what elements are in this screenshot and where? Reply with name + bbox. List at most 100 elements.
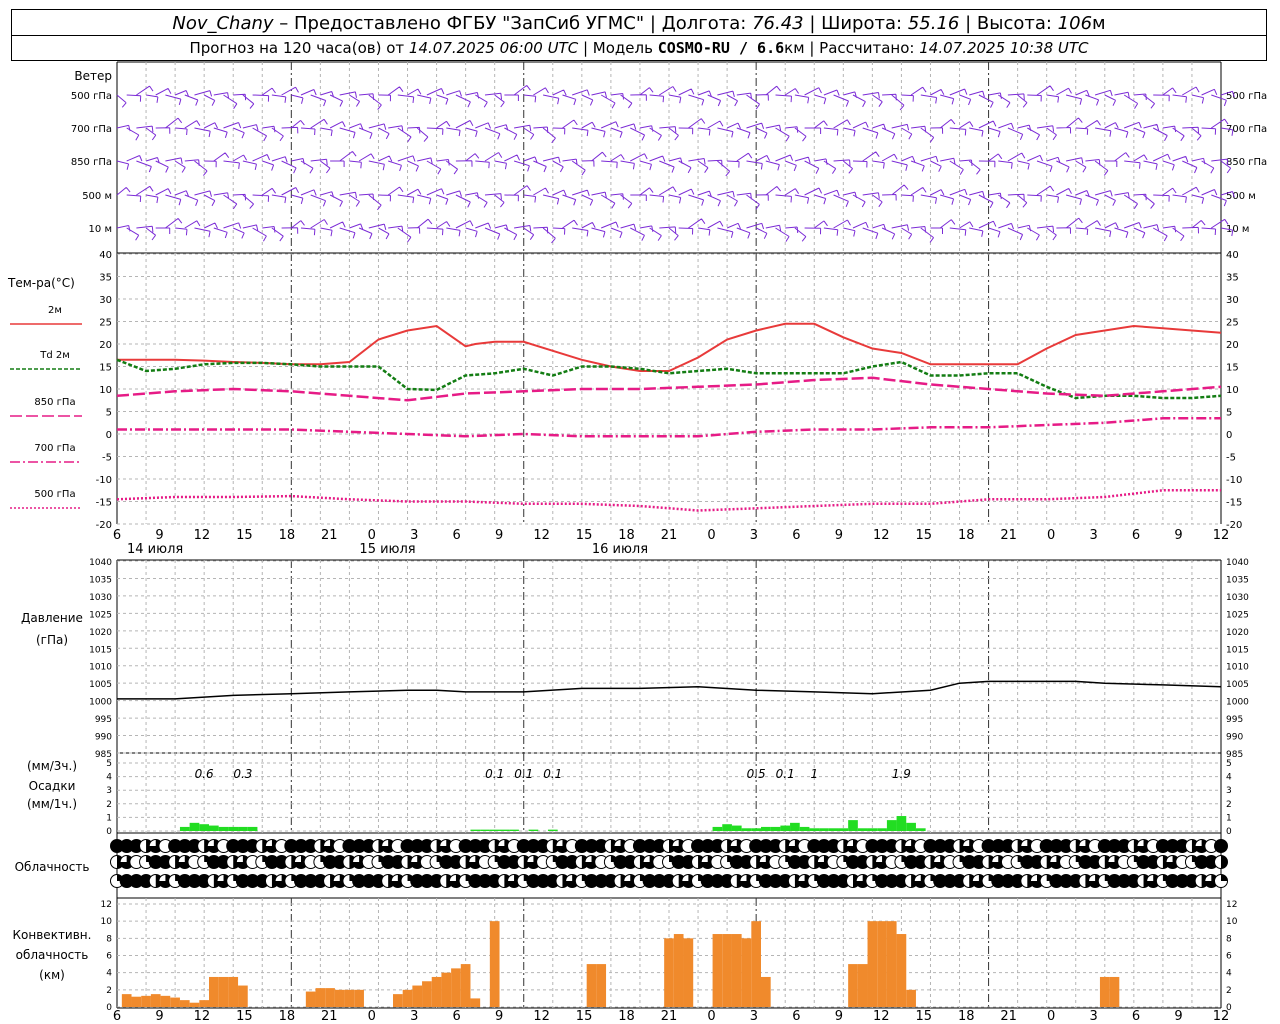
time-tick-label: 9 bbox=[835, 528, 843, 543]
convective-y-tick-right: 2 bbox=[1226, 986, 1232, 996]
precip-bar bbox=[470, 829, 481, 831]
temp-y-tick: -20 bbox=[96, 520, 112, 531]
convective-bar bbox=[121, 994, 132, 1007]
convective-y-tick-right: 4 bbox=[1226, 969, 1232, 979]
convective-bar bbox=[470, 998, 481, 1007]
precip-total-label: 1.9 bbox=[892, 767, 911, 781]
time-tick-label-bottom: 3 bbox=[1089, 1009, 1097, 1024]
precip-y-tick-right: 3 bbox=[1226, 786, 1232, 796]
temp-y-tick-right: 0 bbox=[1226, 430, 1232, 441]
time-tick-label: 6 bbox=[1132, 528, 1140, 543]
time-tick-label-bottom: 9 bbox=[835, 1009, 843, 1024]
precip-unit-3h: (мм/3ч.) bbox=[27, 759, 77, 773]
precip-total-label: 0.6 bbox=[195, 767, 214, 781]
temp-y-tick: -10 bbox=[96, 475, 112, 486]
convective-bar bbox=[141, 995, 151, 1007]
convective-bar bbox=[179, 1000, 190, 1007]
precip-bar bbox=[741, 828, 752, 831]
precip-bar bbox=[179, 826, 190, 831]
time-tick-label-bottom: 21 bbox=[661, 1009, 678, 1024]
precip-bar bbox=[509, 829, 519, 831]
precip-bar bbox=[809, 828, 820, 831]
convective-bar bbox=[867, 921, 878, 1007]
time-tick-label: 12 bbox=[873, 528, 890, 543]
temp-y-tick: -5 bbox=[102, 453, 112, 464]
wind-barbs-row bbox=[116, 184, 1235, 211]
time-tick-label-bottom: 6 bbox=[113, 1009, 121, 1024]
day-label: 14 июля bbox=[127, 542, 183, 557]
convective-bar bbox=[683, 938, 694, 1007]
temp-legend-label: 700 гПа bbox=[34, 443, 75, 454]
precip-bar bbox=[780, 825, 791, 831]
precip-bar bbox=[480, 829, 490, 831]
pressure-y-tick: 1010 bbox=[89, 663, 112, 673]
time-tick-label-bottom: 0 bbox=[368, 1009, 376, 1024]
wind-barbs-row bbox=[116, 117, 1234, 144]
precip-total-label: 0.5 bbox=[747, 767, 766, 781]
time-tick-label-bottom: 12 bbox=[533, 1009, 550, 1024]
precip-bar bbox=[238, 826, 248, 831]
convective-title-2: облачность bbox=[16, 948, 89, 962]
convective-y-tick: 8 bbox=[106, 934, 112, 944]
convective-bar bbox=[751, 921, 761, 1007]
convective-bar bbox=[731, 934, 742, 1007]
precip-bar bbox=[828, 828, 839, 831]
convective-y-tick: 12 bbox=[101, 900, 112, 910]
wind-title: Ветер bbox=[74, 69, 112, 83]
precip-bar bbox=[867, 828, 878, 831]
wind-level-label-right: 500 гПа bbox=[1226, 91, 1267, 102]
convective-bar bbox=[150, 994, 161, 1007]
convective-unit: (км) bbox=[39, 968, 65, 982]
temp-y-tick: -15 bbox=[96, 498, 112, 509]
precip-y-tick-right: 5 bbox=[1226, 759, 1232, 769]
precip-y-tick: 1 bbox=[106, 813, 112, 823]
pressure-y-tick: 1005 bbox=[89, 680, 112, 690]
temperature-title: Тем-ра(°С) bbox=[7, 276, 75, 290]
precip-bar bbox=[247, 826, 258, 831]
convective-bar bbox=[722, 934, 732, 1007]
convective-bar bbox=[712, 934, 723, 1007]
temp-y-tick-right: -10 bbox=[1226, 475, 1242, 486]
wind-level-label-right: 500 м bbox=[1226, 191, 1256, 202]
convective-bar bbox=[451, 968, 461, 1007]
cloud-title: Облачность bbox=[15, 860, 90, 874]
convective-bar bbox=[412, 985, 423, 1007]
precip-y-tick: 0 bbox=[106, 827, 112, 837]
precip-bar bbox=[199, 824, 209, 831]
convective-y-tick: 4 bbox=[106, 969, 112, 979]
convective-bar bbox=[460, 964, 471, 1007]
temp-y-tick-right: 15 bbox=[1226, 363, 1239, 374]
pressure-y-tick-right: 1000 bbox=[1226, 698, 1249, 708]
convective-bar bbox=[209, 976, 219, 1007]
temp-y-tick: 35 bbox=[99, 273, 112, 284]
convective-bar bbox=[848, 964, 858, 1007]
pressure-y-tick-right: 995 bbox=[1226, 715, 1243, 725]
time-tick-label-bottom: 12 bbox=[873, 1009, 890, 1024]
convective-bar bbox=[906, 989, 916, 1007]
precip-bar bbox=[857, 828, 868, 831]
pressure-y-tick-right: 1010 bbox=[1226, 663, 1249, 673]
time-tick-label: 3 bbox=[750, 528, 758, 543]
time-tick-label: 9 bbox=[1174, 528, 1182, 543]
precip-total-label: 1 bbox=[810, 767, 818, 781]
convective-y-tick-right: 0 bbox=[1226, 1003, 1232, 1013]
precip-bar bbox=[848, 820, 858, 831]
time-tick-label-bottom: 15 bbox=[576, 1009, 593, 1024]
time-tick-label: 3 bbox=[410, 528, 418, 543]
pressure-y-tick-right: 990 bbox=[1226, 733, 1243, 743]
precip-bar bbox=[915, 828, 926, 831]
precip-unit-1h: (мм/1ч.) bbox=[27, 797, 77, 811]
precip-bar bbox=[799, 826, 810, 831]
temp-y-tick-right: 40 bbox=[1226, 250, 1239, 261]
convective-bar bbox=[586, 964, 597, 1007]
time-tick-label-bottom: 3 bbox=[750, 1009, 758, 1024]
convective-bar bbox=[422, 981, 432, 1007]
precip-title: Осадки bbox=[29, 779, 76, 793]
precip-bar bbox=[189, 822, 200, 831]
time-tick-label: 18 bbox=[279, 528, 296, 543]
time-tick-label: 18 bbox=[618, 528, 635, 543]
time-tick-label-bottom: 6 bbox=[792, 1009, 800, 1024]
precip-bar bbox=[790, 822, 800, 831]
precip-y-tick-right: 2 bbox=[1226, 800, 1232, 810]
wind-barbs-row bbox=[116, 217, 1234, 244]
